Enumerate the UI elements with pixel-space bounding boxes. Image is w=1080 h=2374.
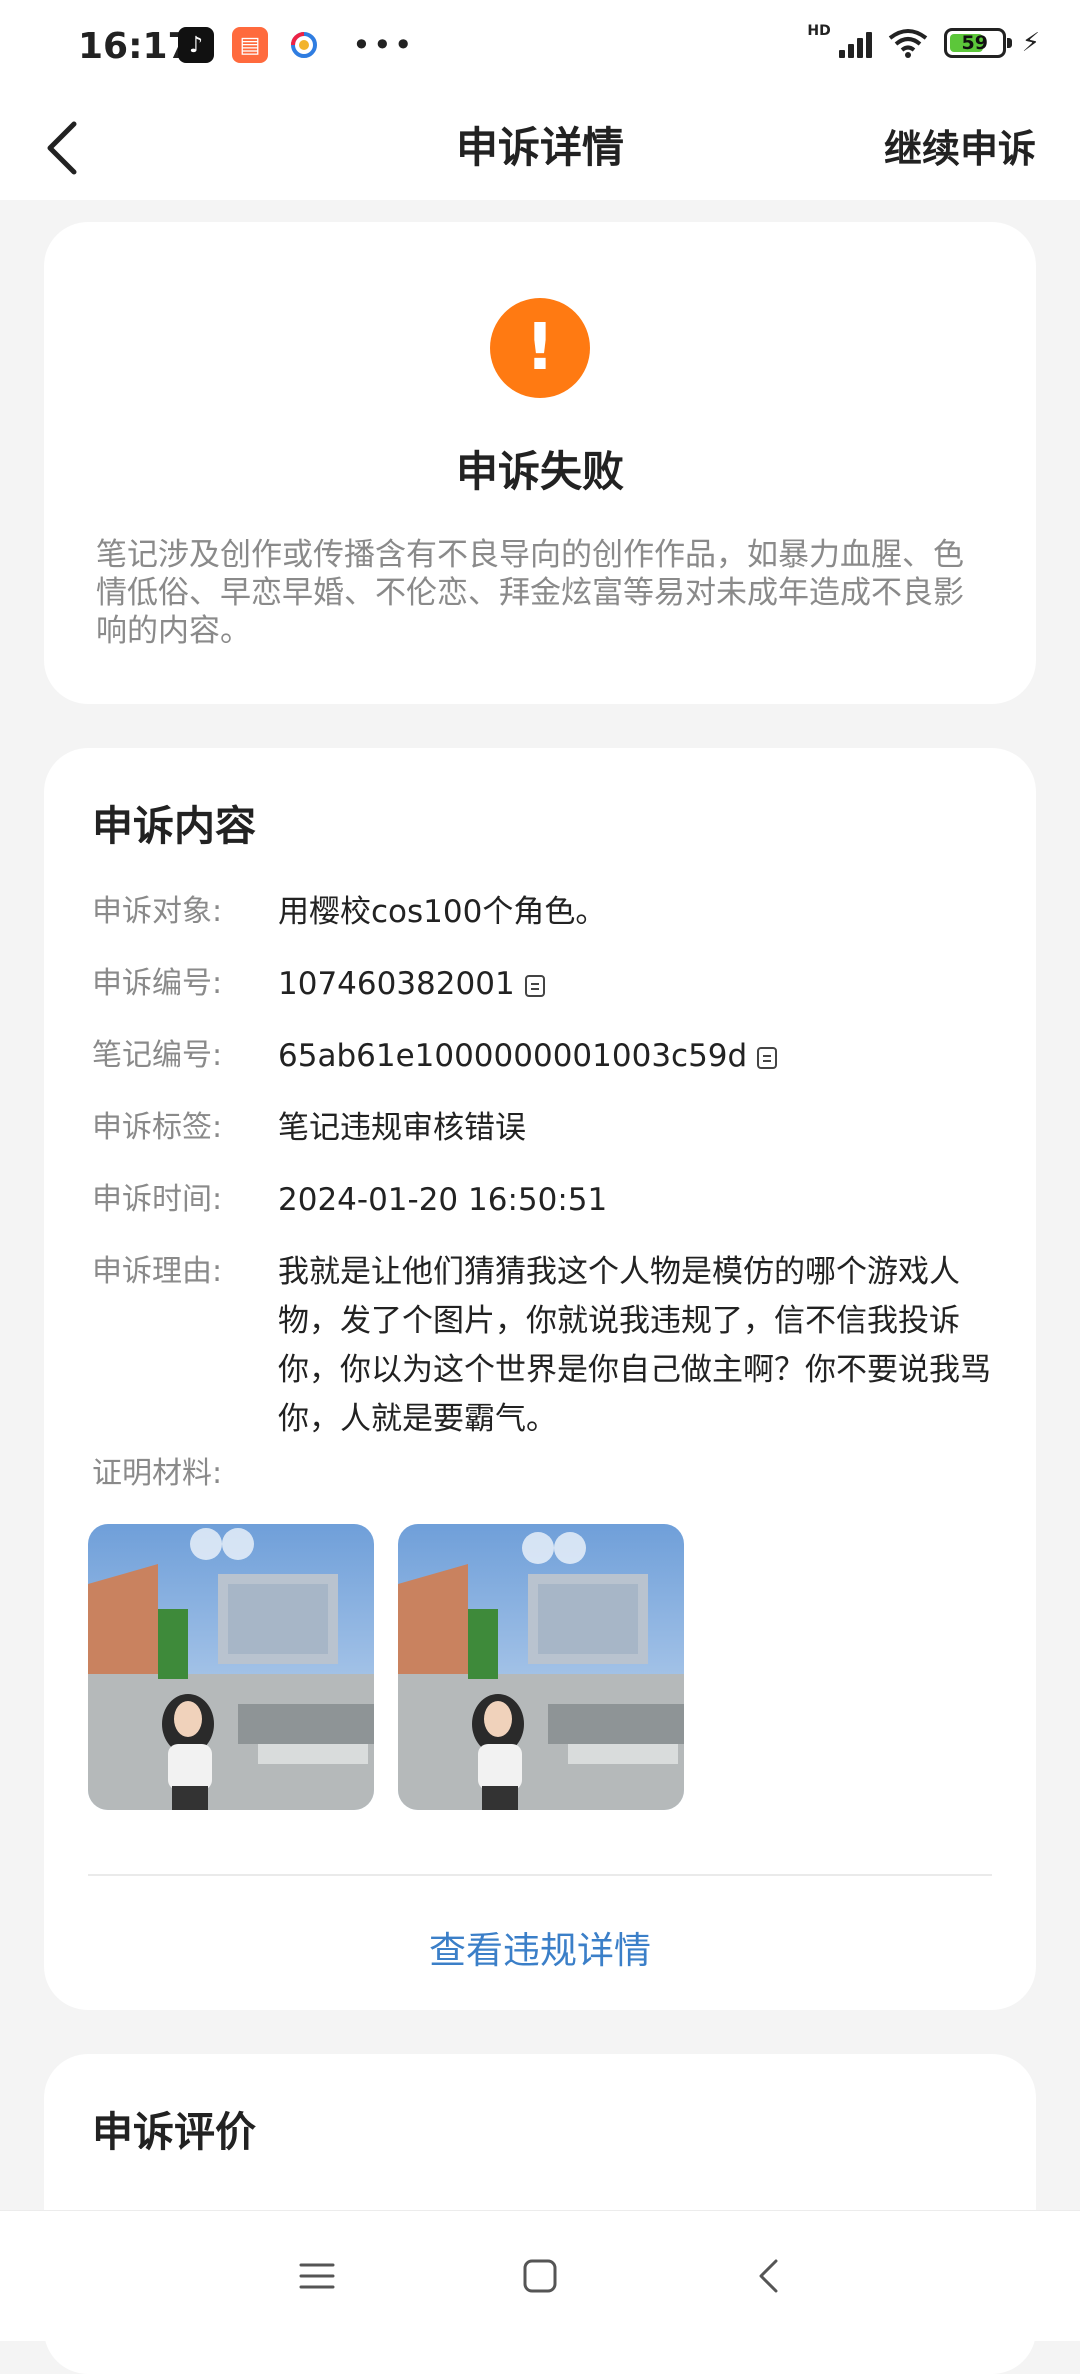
home-square-icon bbox=[523, 2259, 557, 2293]
battery-icon: 59 bbox=[943, 28, 1012, 58]
copy-icon[interactable] bbox=[524, 974, 545, 997]
row-value-wrap: 107460382001 bbox=[278, 960, 996, 1008]
shopping-app-icon: ▤ bbox=[232, 27, 268, 63]
note-id-row: 笔记编号: 65ab61e1000000001003c59d bbox=[92, 1032, 996, 1080]
battery-level: 59 bbox=[961, 32, 988, 54]
appeal-id-row: 申诉编号: 107460382001 bbox=[92, 960, 996, 1008]
appeal-id-value: 107460382001 bbox=[278, 966, 515, 1002]
more-dots-icon: ••• bbox=[352, 26, 415, 64]
chevron-left-icon bbox=[759, 2259, 778, 2293]
hd-label: HD bbox=[807, 23, 831, 39]
row-label: 申诉时间: bbox=[92, 1182, 223, 1217]
row-value: 2024-01-20 16:50:51 bbox=[278, 1182, 608, 1218]
status-time: 16:17 bbox=[78, 26, 193, 67]
row-label: 申诉编号: bbox=[92, 966, 223, 1001]
system-back-button[interactable] bbox=[743, 2251, 793, 2301]
continue-appeal-button[interactable]: 继续申诉 bbox=[884, 118, 1036, 173]
row-label: 笔记编号: bbox=[92, 1038, 223, 1073]
divider bbox=[88, 1874, 992, 1876]
row-label: 申诉理由: bbox=[92, 1254, 223, 1289]
row-value: 我就是让他们猜猜我这个人物是模仿的哪个游戏人物，发了个图片，你就说我违规了，信不… bbox=[278, 1254, 991, 1437]
proof-label: 证明材料: bbox=[92, 1456, 223, 1491]
row-label: 申诉标签: bbox=[92, 1110, 223, 1145]
proof-images bbox=[88, 1524, 684, 1810]
charging-icon: ⚡ bbox=[1021, 28, 1040, 58]
header-bar: 申诉详情 继续申诉 bbox=[0, 96, 1080, 200]
status-bar: 16:17 ♪ ▤ ••• HD 59 ⚡ bbox=[0, 0, 1080, 96]
appeal-tag-row: 申诉标签: 笔记违规审核错误 bbox=[92, 1104, 996, 1152]
wifi-icon bbox=[888, 28, 928, 58]
home-button[interactable] bbox=[515, 2251, 565, 2301]
chevron-left-icon bbox=[47, 121, 77, 175]
system-navigation-bar bbox=[0, 2210, 1080, 2341]
appeal-time-row: 申诉时间: 2024-01-20 16:50:51 bbox=[92, 1176, 996, 1224]
view-violation-details-link[interactable]: 查看违规详情 bbox=[44, 1920, 1036, 1974]
status-description: 笔记涉及创作或传播含有不良导向的创作作品，如暴力血腥、色情低俗、早恋早婚、不伦恋… bbox=[96, 537, 964, 649]
note-id-value: 65ab61e1000000001003c59d bbox=[278, 1038, 748, 1074]
browser-app-icon bbox=[286, 27, 322, 63]
proof-image[interactable] bbox=[88, 1524, 374, 1810]
appeal-status-card: ! 申诉失败 笔记涉及创作或传播含有不良导向的创作作品，如暴力血腥、色情低俗、早… bbox=[44, 222, 1036, 704]
menu-icon bbox=[299, 2263, 335, 2289]
evaluation-heading: 申诉评价 bbox=[92, 2108, 256, 2156]
row-value: 用樱校cos100个角色。 bbox=[278, 894, 607, 930]
warning-icon: ! bbox=[490, 298, 590, 398]
proof-row: 证明材料: bbox=[92, 1450, 996, 1498]
row-value: 笔记违规审核错误 bbox=[278, 1110, 526, 1146]
appeal-reason-row: 申诉理由: 我就是让他们猜猜我这个人物是模仿的哪个游戏人物，发了个图片，你就说我… bbox=[92, 1248, 996, 1444]
section-heading: 申诉内容 bbox=[92, 802, 256, 850]
row-label: 申诉对象: bbox=[92, 894, 223, 929]
system-indicators: HD 59 ⚡ bbox=[807, 23, 1040, 58]
proof-image[interactable] bbox=[398, 1524, 684, 1810]
appeal-target-row: 申诉对象: 用樱校cos100个角色。 bbox=[92, 888, 996, 936]
notification-icons: ♪ ▤ ••• bbox=[178, 26, 415, 64]
signal-icon bbox=[838, 28, 872, 58]
row-value-wrap: 65ab61e1000000001003c59d bbox=[278, 1032, 996, 1080]
copy-icon[interactable] bbox=[757, 1046, 778, 1069]
tiktok-app-icon: ♪ bbox=[178, 27, 214, 63]
status-title: 申诉失败 bbox=[455, 447, 624, 496]
menu-button[interactable] bbox=[292, 2251, 342, 2301]
back-button[interactable] bbox=[44, 112, 116, 184]
appeal-content-card: 申诉内容 申诉对象: 用樱校cos100个角色。 申诉编号: 107460382… bbox=[44, 748, 1036, 2010]
